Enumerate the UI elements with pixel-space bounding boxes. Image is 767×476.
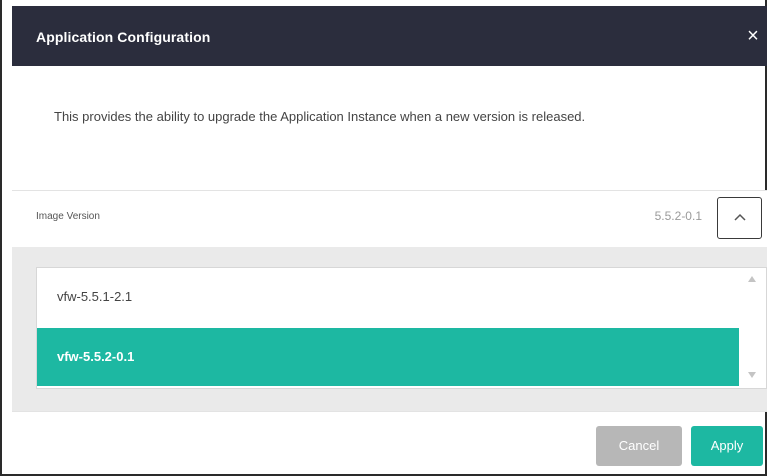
apply-button[interactable]: Apply [691,426,763,466]
image-version-row: Image Version 5.5.2-0.1 [12,191,767,247]
divider [12,411,767,412]
chevron-up-icon [734,213,746,221]
version-option[interactable]: vfw-5.5.1-2.1 [37,268,739,326]
image-version-label: Image Version [36,211,100,222]
version-option-label: vfw-5.5.2-0.1 [57,349,135,364]
dialog-title: Application Configuration [36,29,211,45]
version-option-label: vfw-5.5.1-2.1 [57,289,133,304]
image-version-listbox: vfw-5.5.1-2.1 vfw-5.5.2-0.1 [36,267,767,389]
version-option-selected[interactable]: vfw-5.5.2-0.1 [37,328,739,386]
image-version-dropdown: vfw-5.5.1-2.1 vfw-5.5.2-0.1 [12,247,767,411]
close-icon[interactable]: × [741,24,765,48]
image-version-value: 5.5.2-0.1 [654,209,702,223]
cancel-button[interactable]: Cancel [596,426,682,466]
dialog-header: Application Configuration × [12,6,767,66]
listbox-scrollbar[interactable] [741,268,766,388]
application-configuration-dialog: Application Configuration × This provide… [0,0,767,476]
dialog-description: This provides the ability to upgrade the… [54,109,586,124]
image-version-toggle-button[interactable] [717,197,762,239]
scroll-up-arrow-icon[interactable] [748,276,756,282]
scroll-down-arrow-icon[interactable] [748,372,756,378]
